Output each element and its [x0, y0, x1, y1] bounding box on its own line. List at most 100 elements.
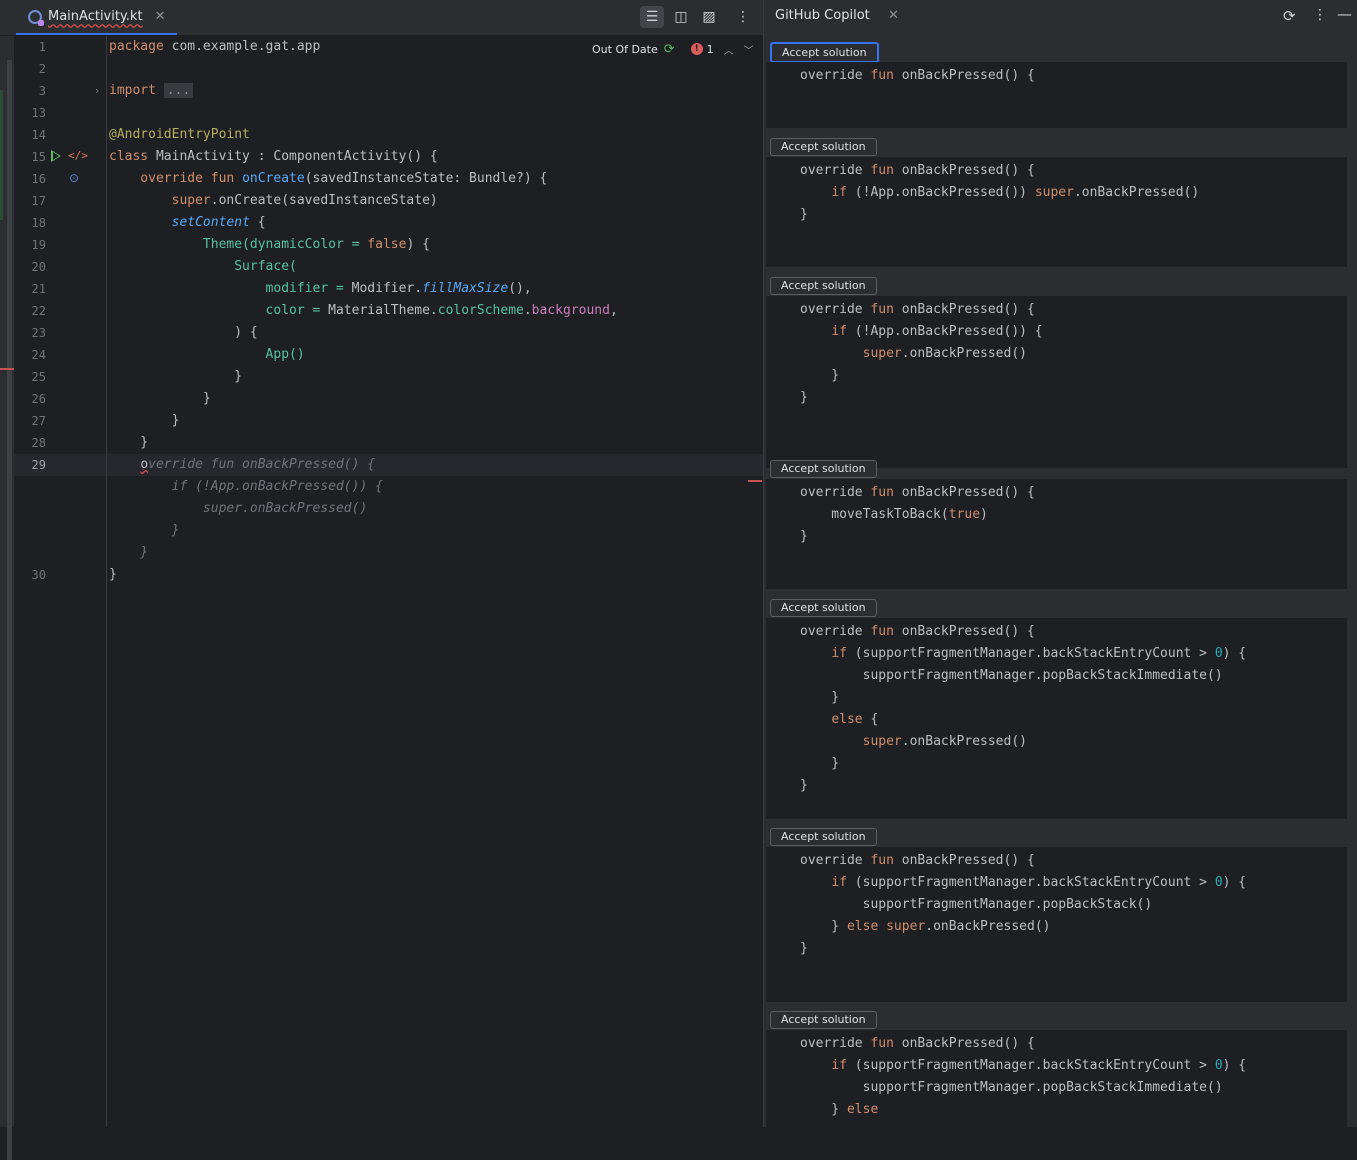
scrollbar[interactable]	[1350, 36, 1357, 1127]
line-number: 13	[31, 106, 46, 120]
line-number	[14, 498, 46, 520]
code-token: ) {	[1222, 1058, 1247, 1073]
chevron-down-icon[interactable]: ﹀	[744, 42, 754, 57]
code-line[interactable]: super.onBackPressed()	[109, 498, 367, 520]
accept-solution-button[interactable]: Accept solution	[770, 277, 877, 295]
solution-code-line: }	[800, 387, 808, 409]
code-line[interactable]: }	[109, 366, 242, 388]
code-line[interactable]: }	[109, 432, 148, 454]
code-token: MaterialTheme.	[328, 303, 438, 318]
code-token: (),	[508, 281, 532, 296]
error-icon[interactable]: !	[690, 43, 703, 55]
code-token: (supportFragmentManager.backStackEntryCo…	[846, 646, 1215, 661]
code-token: .	[523, 303, 532, 318]
code-line[interactable]: }	[109, 388, 211, 410]
code-line[interactable]: color = MaterialTheme.colorScheme.backgr…	[109, 300, 618, 322]
line-number: 19	[31, 238, 46, 252]
solution-code: override fun onBackPressed() { moveTaskT…	[766, 479, 1347, 589]
code-line[interactable]: }	[109, 564, 117, 586]
line-number: 21	[31, 282, 46, 296]
code-token: fillMaxSize	[422, 281, 509, 296]
code-token: if	[831, 875, 847, 890]
accept-solution-button[interactable]: Accept solution	[770, 1011, 877, 1029]
code-area[interactable]: package com.example.gat.app import ... @An…	[108, 36, 763, 1127]
code-view-icon[interactable]: ☰	[640, 6, 664, 28]
solutions-list[interactable]: Accept solution override fun onBackPresse…	[766, 36, 1357, 1127]
design-view-icon[interactable]: ▨	[697, 6, 721, 28]
code-line[interactable]: Surface(	[109, 256, 297, 278]
fold-chevron-icon[interactable]: ›	[95, 84, 99, 97]
code-token: super.onBackPressed()	[109, 501, 368, 516]
code-line[interactable]: package com.example.gat.app	[109, 36, 320, 58]
code-token: .onBackPressed()	[925, 919, 1051, 934]
scrollbar[interactable]	[0, 36, 14, 1160]
code-token: fun	[870, 302, 894, 317]
code-token: .onBackPressed()	[901, 734, 1027, 749]
code-line[interactable]: Theme(dynamicColor = false) {	[109, 234, 430, 256]
close-icon[interactable]: ✕	[155, 9, 166, 24]
accept-solution-button[interactable]: Accept solution	[770, 460, 877, 478]
solution-code-line: }	[800, 753, 839, 775]
solution-code-line: super.onBackPressed()	[800, 731, 1027, 753]
code-line[interactable]: import ...	[109, 80, 194, 102]
code-line[interactable]: }	[109, 542, 148, 564]
tab-mainactivity[interactable]: MainActivity.kt ✕	[16, 0, 178, 35]
code-line[interactable]: @AndroidEntryPoint	[109, 124, 250, 146]
override-icon[interactable]: ⊙	[69, 171, 79, 185]
more-options-icon[interactable]: ⋮	[731, 6, 755, 28]
code-line[interactable]: override fun onCreate(savedInstanceState…	[109, 168, 547, 190]
code-token: supportFragmentManager.popBackStackImmed…	[800, 1080, 1223, 1095]
code-token: onBackPressed() {	[893, 624, 1035, 639]
code-line[interactable]: setContent {	[109, 212, 266, 234]
accept-solution-button[interactable]: Accept solution	[770, 828, 877, 846]
code-line[interactable]: class MainActivity : ComponentActivity()…	[109, 146, 438, 168]
solution-code: override fun onBackPressed() { if (suppo…	[766, 1030, 1347, 1127]
line-number: 14	[31, 128, 46, 142]
code-line[interactable]: }	[109, 520, 180, 542]
error-count[interactable]: 1	[707, 43, 714, 56]
scrollbar-thumb[interactable]	[7, 60, 12, 1160]
code-token: else	[846, 1102, 879, 1117]
more-options-icon[interactable]: ⋮	[1313, 7, 1327, 23]
code-line[interactable]: ) {	[109, 322, 258, 344]
line-number: 26	[31, 392, 46, 406]
inspection-status: Out Of Date ⟳ ! 1 ︿ ﹀	[592, 40, 754, 58]
accept-solution-button[interactable]: Accept solution	[770, 42, 879, 63]
code-line[interactable]: super.onCreate(savedInstanceState)	[109, 190, 438, 212]
code-line[interactable]: modifier = Modifier.fillMaxSize(),	[109, 278, 532, 300]
line-number: 17	[31, 194, 46, 208]
run-icon[interactable]	[51, 150, 61, 162]
chevron-up-icon[interactable]: ︿	[724, 42, 734, 57]
code-token: ) {	[1222, 875, 1247, 890]
code-token: (!App.onBackPressed()) {	[846, 324, 1043, 339]
code-token: Surface(	[234, 259, 297, 274]
code-token: }	[109, 413, 180, 428]
code-line[interactable]: }	[109, 410, 180, 432]
code-token: override	[800, 163, 871, 178]
code-token: }	[800, 690, 840, 705]
compose-preview-icon[interactable]: </>	[68, 149, 88, 162]
close-icon[interactable]: ✕	[888, 8, 899, 23]
code-token: onBackPressed() {	[893, 163, 1035, 178]
code-line[interactable]: if (!App.onBackPressed()) {	[109, 476, 383, 498]
accept-solution-button[interactable]: Accept solution	[770, 599, 877, 617]
solution-code-line: override fun onBackPressed() {	[800, 621, 1035, 643]
code-token: if	[831, 324, 847, 339]
refresh-icon[interactable]: ⟳	[1283, 7, 1296, 25]
code-editor[interactable]: MainActivity.kt ✕ ☰ ◫ ▨ ⋮ 1 2 3 13 14 15 16 17 1…	[0, 0, 763, 1160]
code-token: override	[800, 302, 871, 317]
line-number: 28	[31, 436, 46, 450]
line-number: 24	[31, 348, 46, 362]
split-view-icon[interactable]: ◫	[669, 6, 693, 28]
minimize-icon[interactable]: —	[1337, 5, 1352, 23]
code-line[interactable]: override fun onBackPressed() {	[109, 454, 375, 476]
code-line[interactable]: App()	[109, 344, 305, 366]
accept-solution-button[interactable]: Accept solution	[770, 138, 877, 156]
code-token: color =	[265, 303, 329, 318]
refresh-icon[interactable]: ⟳	[664, 42, 675, 57]
code-token: override	[800, 68, 871, 83]
line-number: 1	[38, 40, 46, 54]
